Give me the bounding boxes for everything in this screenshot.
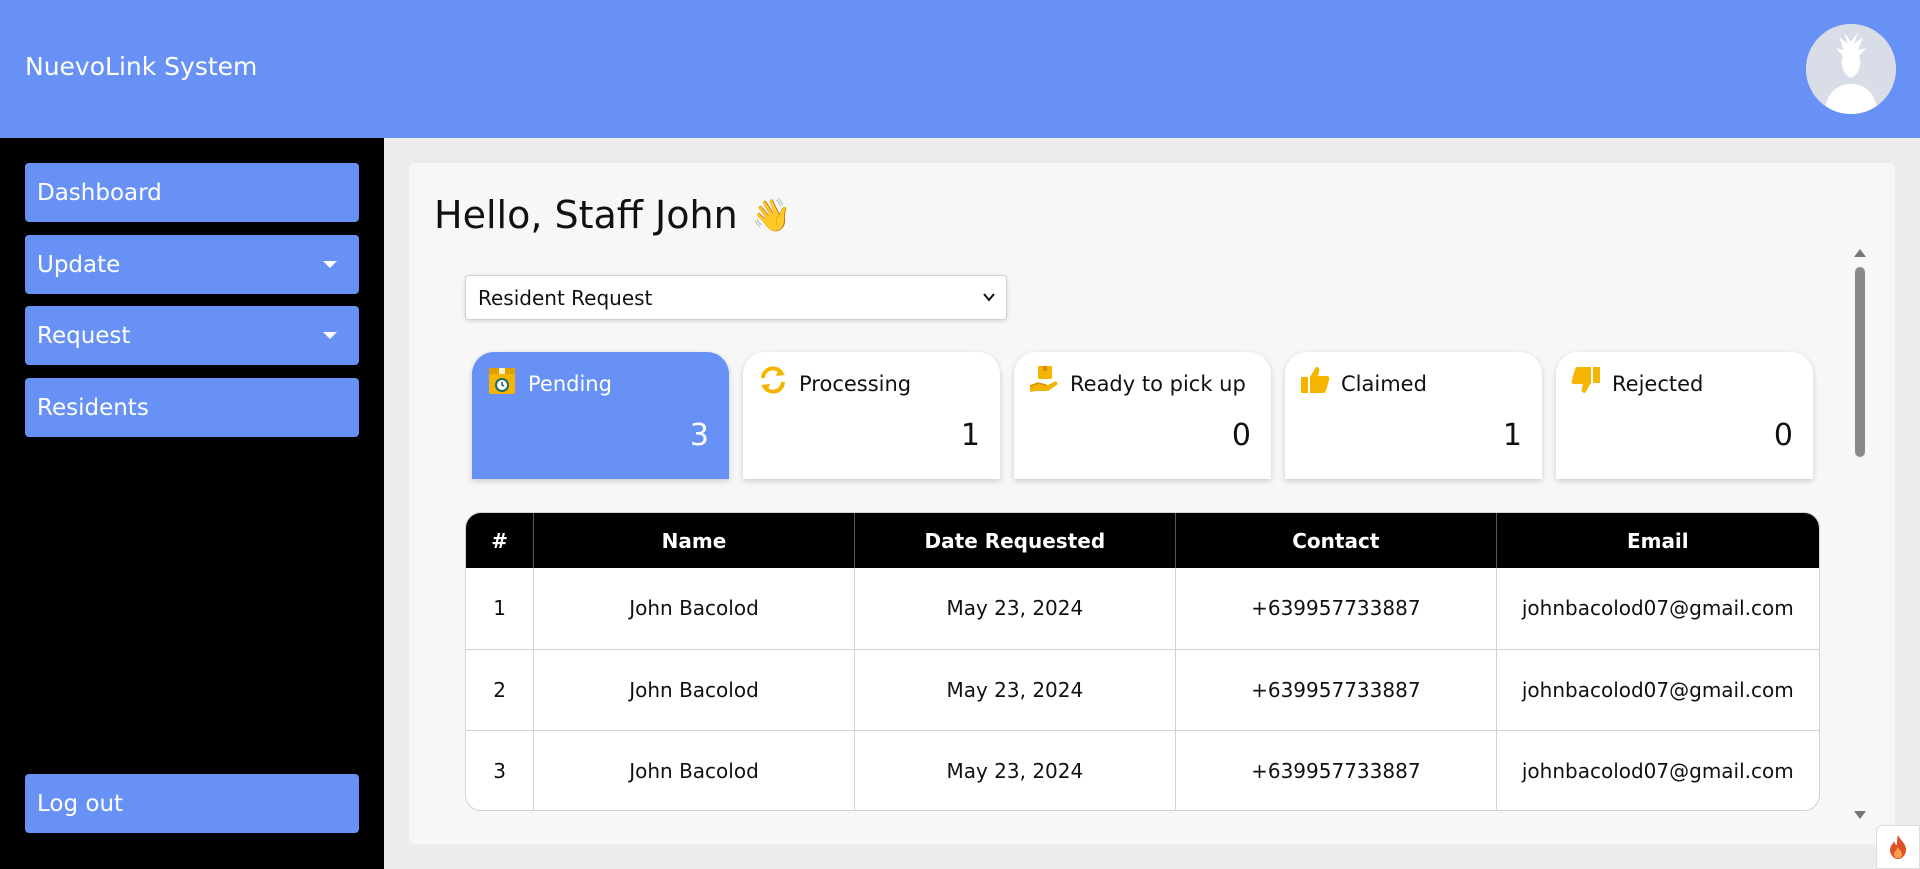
scrollbar-thumb[interactable]	[1855, 267, 1865, 457]
sidebar-item-update[interactable]: Update	[25, 235, 359, 294]
waving-hand-icon: 👋	[751, 196, 792, 234]
thumbs-down-icon	[1571, 367, 1600, 393]
sidebar-item-label: Residents	[37, 394, 149, 421]
request-type-select[interactable]: Resident Request	[465, 275, 1007, 320]
sidebar-item-label: Dashboard	[37, 179, 162, 206]
status-card-rejected[interactable]: Rejected 0	[1556, 352, 1813, 479]
greeting-text: Hello, Staff John	[434, 193, 738, 237]
status-card-processing[interactable]: Processing 1	[743, 352, 1000, 479]
logout-button[interactable]: Log out	[25, 774, 359, 833]
thumbs-up-icon	[1301, 367, 1330, 393]
table-row[interactable]: 2 John Bacolod May 23, 2024 +63995773388…	[466, 649, 1819, 731]
cell-index: 3	[466, 730, 535, 810]
cell-email: johnbacolod07@gmail.com	[1496, 568, 1819, 650]
refresh-icon	[761, 366, 785, 394]
cell-email: johnbacolod07@gmail.com	[1496, 649, 1819, 731]
request-type-selected: Resident Request	[478, 285, 653, 310]
status-card-count: 3	[689, 418, 709, 453]
cell-email: johnbacolod07@gmail.com	[1496, 730, 1819, 810]
cell-contact: +639957733887	[1175, 649, 1497, 731]
table-row[interactable]: 3 John Bacolod May 23, 2024 +63995773388…	[466, 730, 1819, 810]
chevron-down-icon	[983, 293, 995, 302]
cell-contact: +639957733887	[1175, 568, 1497, 650]
cell-date: May 23, 2024	[854, 649, 1177, 731]
status-card-claimed[interactable]: Claimed 1	[1285, 352, 1542, 479]
sidebar-item-request[interactable]: Request	[25, 306, 359, 365]
status-card-label: Claimed	[1341, 372, 1427, 396]
status-card-count: 1	[1502, 418, 1522, 453]
sidebar-item-label: Request	[37, 322, 131, 349]
cell-index: 2	[466, 649, 535, 731]
column-header: Contact	[1175, 513, 1497, 568]
column-header: #	[466, 513, 535, 568]
fire-icon[interactable]	[1876, 825, 1920, 869]
cell-date: May 23, 2024	[854, 730, 1177, 810]
sidebar-item-dashboard[interactable]: Dashboard	[25, 163, 359, 222]
pending-box-clock-icon	[489, 368, 515, 394]
status-card-count: 0	[1773, 418, 1793, 453]
table-row[interactable]: 1 John Bacolod May 23, 2024 +63995773388…	[466, 568, 1819, 650]
status-card-label: Rejected	[1612, 372, 1704, 396]
status-card-ready-to-pick-up[interactable]: Ready to pick up 0	[1014, 352, 1271, 479]
scroll-up-arrow-icon[interactable]	[1854, 249, 1866, 257]
page-greeting: Hello, Staff John 👋	[434, 193, 792, 237]
column-header: Email	[1496, 513, 1819, 568]
column-header: Date Requested	[854, 513, 1177, 568]
cell-date: May 23, 2024	[854, 568, 1177, 650]
cell-name: John Bacolod	[533, 568, 855, 650]
vertical-scrollbar[interactable]	[1853, 249, 1867, 819]
status-card-label: Processing	[799, 372, 912, 396]
user-avatar-icon[interactable]	[1806, 24, 1896, 114]
cell-name: John Bacolod	[533, 730, 855, 810]
app-title: NuevoLink System	[25, 52, 258, 81]
cell-contact: +639957733887	[1175, 730, 1497, 810]
status-card-label: Pending	[528, 372, 612, 396]
main-panel: Hello, Staff John 👋 Resident Request Pen…	[409, 163, 1895, 844]
cell-name: John Bacolod	[533, 649, 855, 731]
table-header-row: # Name Date Requested Contact Email	[466, 513, 1819, 568]
sidebar-item-label: Update	[37, 251, 121, 278]
column-header: Name	[533, 513, 855, 568]
hand-package-icon	[1029, 366, 1058, 392]
logout-label: Log out	[37, 790, 124, 817]
sidebar: Dashboard Update Request Residents Log o…	[0, 138, 384, 869]
caret-down-icon	[323, 261, 337, 268]
sidebar-item-residents[interactable]: Residents	[25, 378, 359, 437]
status-card-label: Ready to pick up	[1070, 372, 1246, 396]
scroll-down-arrow-icon[interactable]	[1854, 811, 1866, 819]
status-card-count: 0	[1231, 418, 1251, 453]
status-card-count: 1	[960, 418, 980, 453]
caret-down-icon	[323, 332, 337, 339]
cell-index: 1	[466, 568, 535, 650]
requests-table: # Name Date Requested Contact Email 1 Jo…	[465, 512, 1820, 811]
status-card-pending[interactable]: Pending 3	[472, 352, 729, 479]
top-header: NuevoLink System	[0, 0, 1920, 138]
